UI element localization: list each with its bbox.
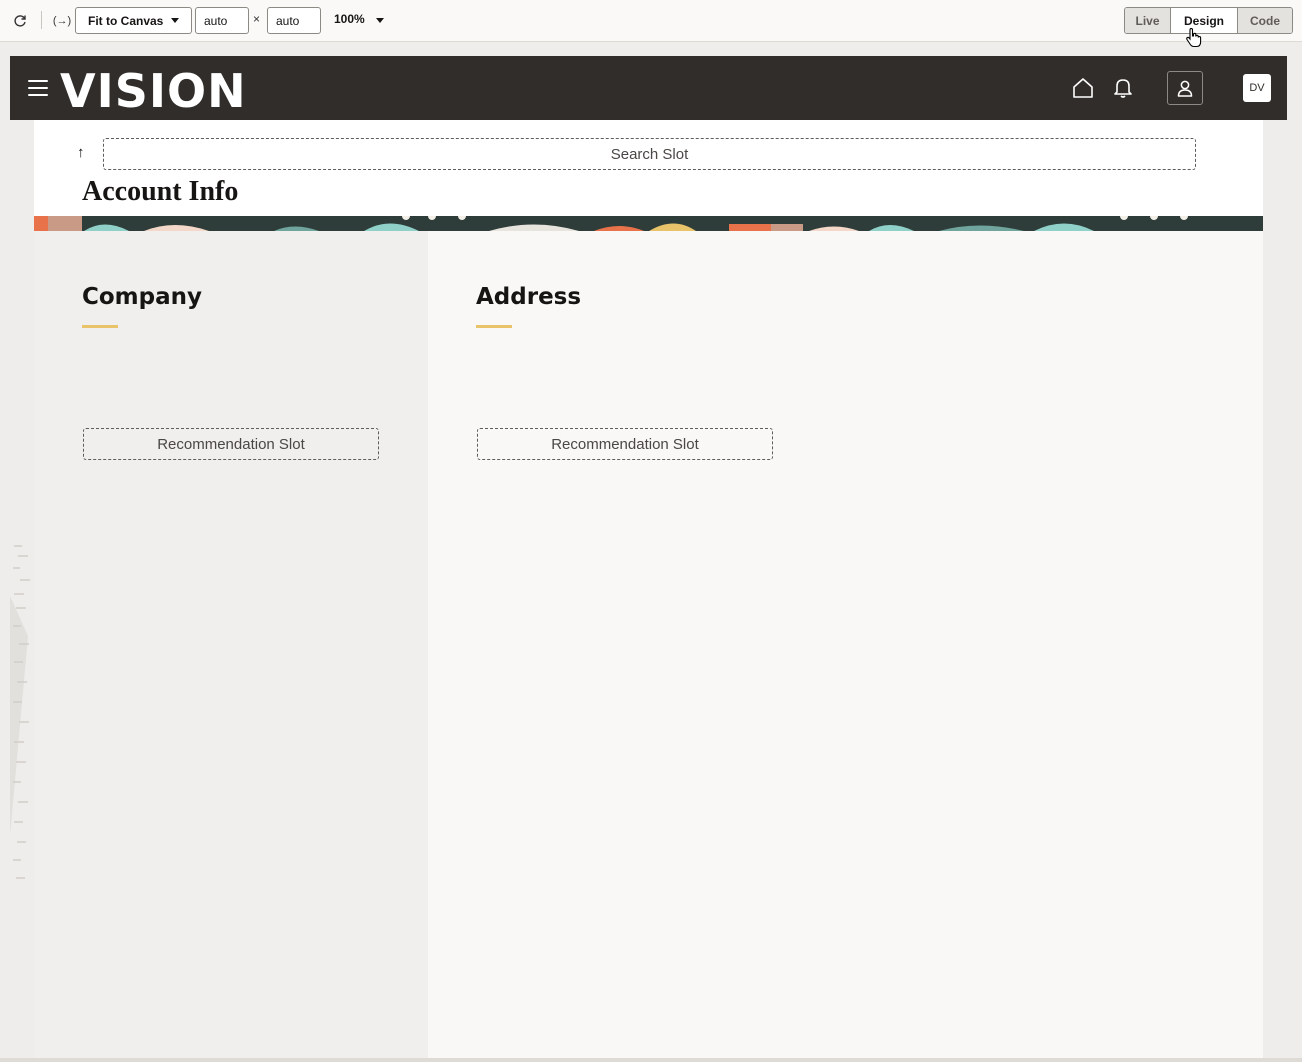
chevron-down-icon[interactable] (376, 18, 384, 23)
user-profile-button[interactable] (1167, 71, 1203, 105)
hand-cursor-icon (1186, 28, 1202, 48)
chevron-down-icon (171, 18, 179, 23)
decorative-side-pattern (10, 545, 30, 879)
address-heading: Address (476, 284, 582, 310)
code-mode-button[interactable]: Code (1238, 8, 1292, 33)
toolbar-divider (41, 11, 42, 29)
company-recommendation-slot[interactable]: Recommendation Slot (83, 428, 379, 460)
canvas-height-input[interactable] (267, 7, 321, 34)
designer-toolbar: (→) Fit to Canvas × 100% Live Design Cod… (0, 0, 1302, 48)
address-recommendation-slot[interactable]: Recommendation Slot (477, 428, 773, 460)
user-icon (1177, 80, 1193, 97)
mode-toggle-group: Live Design Code (1124, 7, 1293, 34)
company-heading-underline (82, 325, 118, 328)
page-header (34, 120, 1263, 224)
bell-icon[interactable] (1108, 73, 1138, 103)
design-mode-button[interactable]: Design (1171, 8, 1238, 33)
address-heading-underline (476, 325, 512, 328)
canvas-bottom-edge (0, 1058, 1302, 1062)
hamburger-menu-icon[interactable] (28, 80, 48, 96)
variables-icon[interactable]: (→) (51, 11, 73, 31)
search-slot[interactable]: Search Slot (103, 138, 1196, 170)
company-column (34, 231, 428, 1062)
zoom-select[interactable]: 100% (334, 12, 365, 26)
page-title: Account Info (82, 176, 239, 207)
company-heading: Company (82, 284, 202, 310)
times-sign: × (253, 12, 261, 26)
live-mode-button[interactable]: Live (1125, 8, 1171, 33)
vision-logo: VISION (60, 64, 247, 118)
avatar[interactable]: DV (1243, 74, 1271, 102)
home-icon[interactable] (1068, 73, 1098, 103)
canvas-width-input[interactable] (195, 7, 249, 34)
app-canvas: VISION DV ↑ Search Slot Account Info Com… (10, 56, 1287, 1062)
back-arrow-icon[interactable]: ↑ (77, 144, 85, 161)
decorative-banner (34, 216, 1263, 231)
app-header: VISION DV (10, 56, 1287, 120)
refresh-icon[interactable] (10, 11, 30, 31)
fit-to-canvas-select[interactable]: Fit to Canvas (75, 7, 192, 34)
fit-to-canvas-label: Fit to Canvas (88, 13, 164, 28)
address-column (428, 231, 1263, 1062)
